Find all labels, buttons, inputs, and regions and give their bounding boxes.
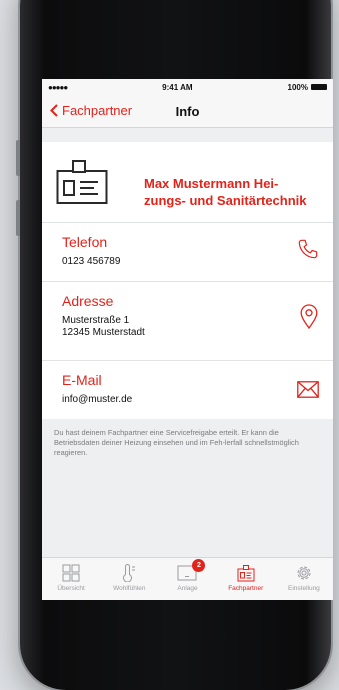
battery-indicator: 100%	[288, 83, 327, 92]
partner-name-line2: zungs- und Sanitärtechnik	[144, 193, 307, 208]
mail-icon[interactable]	[297, 381, 319, 398]
tab-bar: Übersicht Wohlfühlen 2 Anlage Fachpartne…	[42, 557, 333, 600]
signal-indicator: ●●●●●	[48, 82, 68, 92]
tab-label: Fachpartner	[228, 585, 264, 592]
service-release-note: Du hast deinem Fachpartner eine Servicef…	[54, 428, 299, 457]
address-line2: 12345 Musterstadt	[62, 327, 145, 338]
address-line1: Musterstraße 1	[62, 315, 130, 326]
address-label: Adresse	[62, 293, 114, 309]
notification-badge: 2	[192, 559, 206, 572]
tab-label: Einstellung	[288, 585, 320, 592]
tab-label: Anlage	[177, 585, 198, 592]
location-pin-icon[interactable]	[300, 304, 318, 329]
email-row[interactable]: E-Mail info@muster.de	[42, 361, 333, 419]
tab-einstellung[interactable]: Einstellung	[275, 558, 333, 600]
battery-icon	[311, 84, 327, 90]
phone-icon[interactable]	[297, 238, 319, 260]
grid-icon	[62, 564, 80, 582]
partner-card: Max Mustermann Hei- zungs- und Sanitärte…	[42, 142, 333, 419]
navigation-bar: Fachpartner Info	[42, 95, 333, 128]
tab-label: Übersicht	[57, 585, 85, 592]
thermometer-icon	[123, 564, 136, 582]
partner-name: Max Mustermann Hei- zungs- und Sanitärte…	[144, 175, 326, 209]
battery-percent: 100%	[287, 82, 308, 92]
phone-label: Telefon	[62, 234, 108, 250]
address-row[interactable]: Adresse Musterstraße 1 12345 Musterstadt	[42, 282, 333, 361]
id-badge-icon	[56, 160, 108, 204]
status-bar: ●●●●● 9:41 AM 100%	[42, 79, 333, 95]
gear-icon	[297, 566, 311, 580]
tab-uebersicht[interactable]: Übersicht	[42, 558, 100, 600]
tab-fachpartner[interactable]: Fachpartner	[217, 558, 275, 600]
page-title: Info	[175, 104, 200, 119]
tab-label: Wohlfühlen	[113, 585, 146, 592]
tab-anlage[interactable]: 2 Anlage	[158, 558, 216, 600]
status-time: 9:41 AM	[162, 82, 193, 92]
tab-wohlfuehlen[interactable]: Wohlfühlen	[100, 558, 158, 600]
spacer	[42, 128, 333, 142]
email-label: E-Mail	[62, 372, 102, 388]
email-value[interactable]: info@muster.de	[62, 394, 132, 406]
app-screen: ●●●●● 9:41 AM 100% Fachpartner Info Max	[42, 79, 333, 600]
partner-name-line1: Max Mustermann Hei-	[144, 176, 279, 191]
phone-row[interactable]: Telefon 0123 456789	[42, 223, 333, 282]
phone-value[interactable]: 0123 456789	[62, 256, 120, 268]
id-badge-icon	[237, 565, 255, 582]
partner-header: Max Mustermann Hei- zungs- und Sanitärte…	[42, 142, 333, 223]
